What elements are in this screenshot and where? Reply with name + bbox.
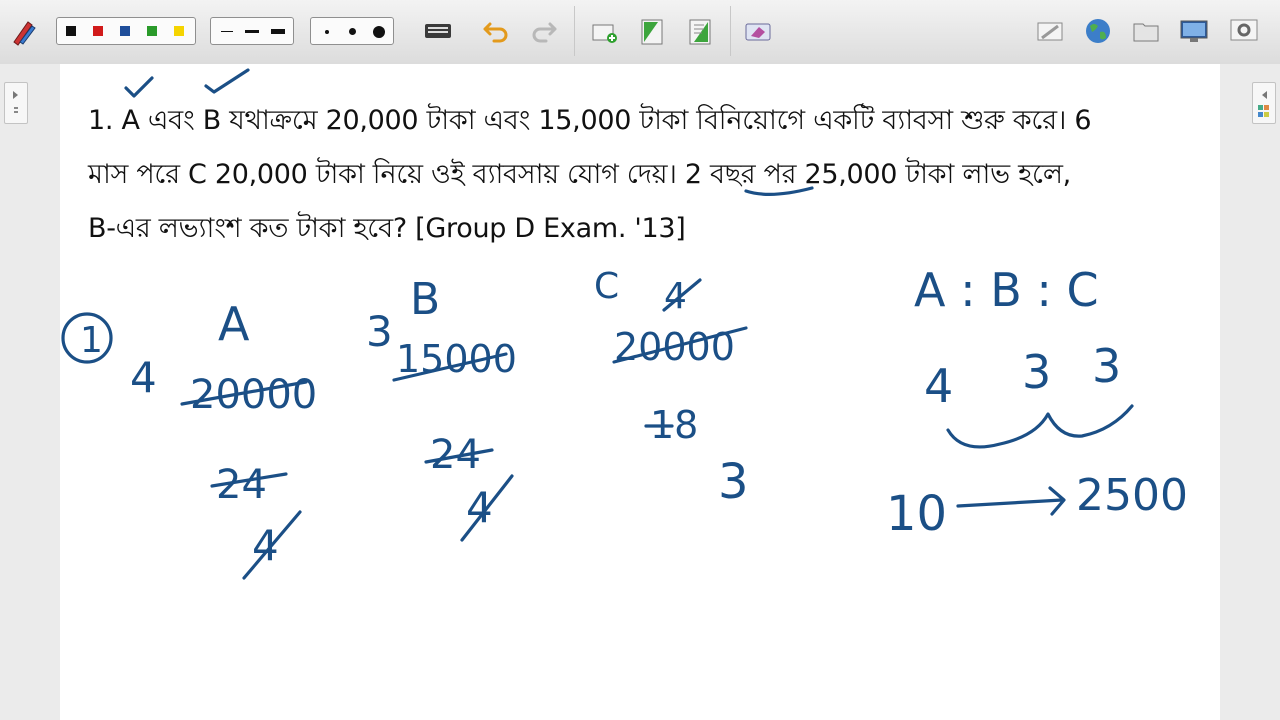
col-c-head: C (594, 266, 619, 307)
ratio-c: 3 (1092, 339, 1121, 393)
ratio-label: A : B : C (914, 263, 1099, 317)
ratio-a: 4 (924, 359, 953, 413)
brace (946, 404, 1134, 449)
col-a-head: A (218, 297, 250, 351)
ratio-result: 2500 (1076, 470, 1188, 521)
ratio-sum: 10 (886, 486, 947, 542)
check-mark (204, 68, 250, 94)
col-a-factor: 4 (130, 353, 157, 402)
col-b-factor: 3 (366, 307, 393, 356)
check-mark (124, 76, 154, 98)
col-c-result: 3 (718, 454, 749, 510)
circled-number-text: 1 (80, 320, 103, 361)
arrow (956, 486, 1066, 516)
col-a-amount: 20000 (190, 372, 317, 418)
handwriting-layer: 1 A 4 20000 24 4 3 B 15000 24 4 C 4 2000… (61, 68, 1188, 580)
col-b-head: B (410, 274, 440, 325)
underline (744, 186, 814, 196)
col-c-top: 4 (664, 276, 687, 317)
ratio-b: 3 (1022, 345, 1051, 399)
